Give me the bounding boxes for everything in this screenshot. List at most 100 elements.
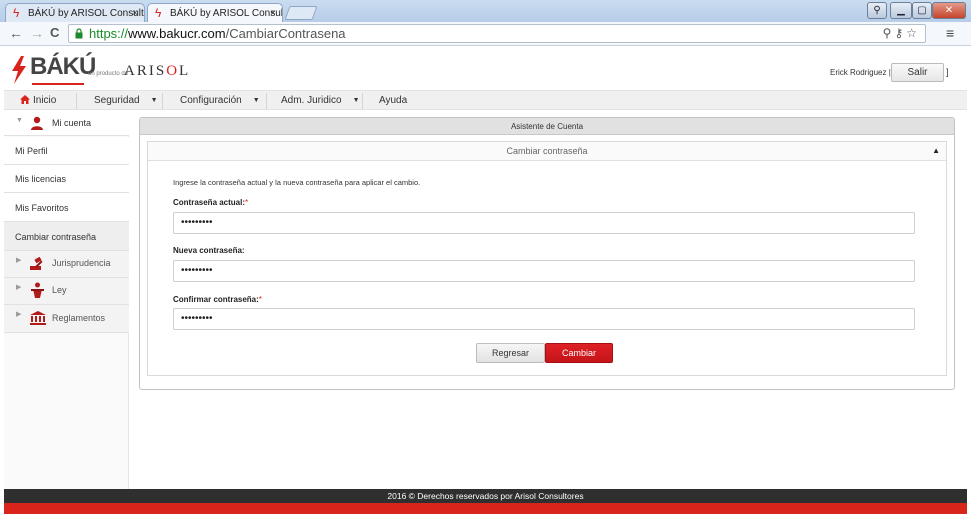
user-name: Erick Rodriguez | [ — [830, 68, 896, 77]
logout-bracket: ] — [946, 67, 949, 77]
logo-text: BÁKÚ — [30, 53, 96, 80]
nav-label: Inicio — [33, 95, 57, 106]
confirm-password-label: Confirmar contraseña:* — [173, 295, 262, 304]
logo-subtitle: un producto de — [88, 71, 129, 77]
nav-item-inicio[interactable]: Inicio — [20, 91, 56, 111]
nav-label: Seguridad — [94, 95, 140, 106]
collapse-icon[interactable]: ▲ — [932, 142, 940, 160]
nav-divider — [362, 93, 363, 109]
confirm-password-input[interactable]: ••••••••• — [173, 308, 915, 330]
current-password-label: Contraseña actual:* — [173, 198, 248, 207]
sidebar-section-jurisprudencia[interactable]: ▶ Jurisprudencia — [4, 251, 129, 278]
reload-icon[interactable]: C — [50, 25, 59, 40]
section-header[interactable]: Cambiar contraseña ▲ — [148, 142, 946, 161]
chevron-down-icon: ▼ — [352, 97, 360, 104]
sidebar-item-mis-favoritos[interactable]: Mis Favoritos — [4, 193, 129, 222]
url-host: www.bakucr.com — [128, 26, 226, 41]
instructions-text: Ingrese la contraseña actual y la nueva … — [173, 178, 421, 187]
sidebar-item-mis-licencias[interactable]: Mis licencias — [4, 165, 129, 193]
lock-icon — [75, 28, 83, 39]
user-icon — [31, 116, 43, 130]
sidebar-section-label: Reglamentos — [52, 313, 106, 323]
nav-item-configuracion[interactable]: Configuración ▼ — [180, 91, 260, 111]
back-arrow-icon[interactable]: ← — [9, 25, 23, 41]
sidebar-section-label: Ley — [52, 285, 67, 295]
brand-part: ARIS — [124, 63, 167, 79]
tab-close-icon[interactable]: × — [270, 4, 276, 22]
nav-divider — [76, 93, 77, 109]
sidebar-item-mi-perfil[interactable]: Mi Perfil — [4, 137, 129, 165]
current-password-input[interactable]: ••••••••• — [173, 212, 915, 234]
chevron-down-icon: ▼ — [252, 97, 260, 104]
browser-tab-active[interactable]: ϟ BÁKÚ by ARISOL Consulto × — [147, 3, 283, 22]
tab-close-icon[interactable]: × — [132, 4, 138, 22]
url-bar[interactable]: https://www.bakucr.com/CambiarContrasena… — [68, 24, 926, 43]
nav-item-adm-juridico[interactable]: Adm. Juridico ▼ — [281, 91, 360, 111]
brand-part: O — [166, 63, 180, 79]
browser-tab[interactable]: ϟ BÁKÚ by ARISOL Consulto × — [5, 3, 145, 22]
sidebar-item-label: Mi Perfil — [15, 146, 48, 156]
triangle-right-icon: ▶ — [16, 284, 22, 291]
panel-title: Asistente de Cuenta — [140, 118, 954, 135]
sidebar-item-label: Mis licencias — [15, 174, 67, 184]
account-wizard-panel: Asistente de Cuenta Cambiar contraseña ▲… — [139, 117, 955, 390]
back-button[interactable]: Regresar — [476, 343, 545, 363]
change-password-section: Cambiar contraseña ▲ Ingrese la contrase… — [147, 141, 947, 376]
browser-tab-bar: ϟ BÁKÚ by ARISOL Consulto × ϟ BÁKÚ by AR… — [0, 0, 971, 22]
footer-accent-bar — [4, 503, 967, 514]
section-title: Cambiar contraseña — [506, 146, 588, 156]
url-scheme: https:// — [89, 26, 129, 41]
nav-divider — [162, 93, 163, 109]
footer: 2016 © Derechos reservados por Arisol Co… — [4, 489, 967, 503]
podium-speaker-icon — [31, 282, 44, 298]
triangle-down-icon: ▼ — [16, 117, 23, 124]
home-icon — [20, 95, 30, 104]
url-path: /CambiarContrasena — [225, 26, 346, 41]
sidebar-section-ley[interactable]: ▶ Ley — [4, 278, 129, 305]
close-window-icon[interactable]: ✕ — [932, 2, 966, 19]
logo-underline — [32, 83, 84, 85]
nav-divider — [266, 93, 267, 109]
url-text: https://www.bakucr.com/CambiarContrasena — [89, 26, 346, 41]
sidebar-item-cambiar-contrasena[interactable]: Cambiar contraseña — [4, 222, 129, 251]
page-root: ϟ BÁKÚ by ARISOL Consulto × ϟ BÁKÚ by AR… — [0, 0, 971, 519]
sidebar-item-label: Mis Favoritos — [15, 203, 69, 213]
new-password-input[interactable]: ••••••••• — [173, 260, 915, 282]
lightning-bolt-icon — [12, 56, 26, 84]
field-label-text: Contraseña actual: — [173, 198, 246, 207]
field-label-text: Confirmar contraseña: — [173, 295, 259, 304]
profile-icon[interactable]: ⚲ — [867, 2, 887, 19]
logout-button[interactable]: Salir — [891, 63, 944, 82]
nav-label: Ayuda — [379, 95, 408, 106]
baku-favicon-icon: ϟ — [155, 6, 162, 20]
sidebar-item-label: Cambiar contraseña — [15, 232, 97, 242]
omnibox-icons[interactable]: ⚲⚷☆ — [883, 26, 920, 40]
nav-label: Adm. Juridico — [281, 95, 342, 106]
gavel-icon — [30, 257, 43, 270]
nav-item-seguridad[interactable]: Seguridad ▼ — [94, 91, 158, 111]
nav-label: Configuración — [180, 95, 242, 106]
sidebar-group-mi-cuenta[interactable]: ▼ Mi cuenta — [4, 111, 129, 136]
brand-part: L — [179, 63, 191, 79]
tab-title: BÁKÚ by ARISOL Consulto — [28, 8, 145, 19]
tab-title: BÁKÚ by ARISOL Consulto — [170, 8, 283, 19]
minimize-icon[interactable]: ▁ — [890, 2, 912, 19]
browser-toolbar: ← → C https://www.bakucr.com/CambiarCont… — [0, 22, 971, 46]
new-tab-button[interactable] — [284, 6, 318, 20]
sidebar: ▼ Mi cuenta Mi Perfil Mis licencias Mis … — [4, 111, 129, 489]
required-mark: * — [258, 295, 262, 304]
new-password-label: Nueva contraseña: — [173, 246, 245, 255]
nav-item-ayuda[interactable]: Ayuda — [379, 91, 407, 111]
forward-arrow-icon[interactable]: → — [30, 25, 44, 41]
main-nav: Inicio Seguridad ▼ Configuración ▼ Adm. Ju… — [4, 90, 967, 110]
arisol-brand: ARISOL — [124, 63, 190, 80]
sidebar-section-reglamentos[interactable]: ▶ Reglamentos — [4, 305, 129, 333]
baku-favicon-icon: ϟ — [13, 6, 20, 20]
triangle-right-icon: ▶ — [16, 311, 22, 318]
field-label-text: Nueva contraseña: — [173, 246, 245, 255]
maximize-icon[interactable]: ▢ — [912, 2, 932, 19]
courthouse-icon — [30, 311, 46, 325]
change-password-button[interactable]: Cambiar — [545, 343, 613, 363]
browser-menu-icon[interactable]: ≡ — [946, 25, 954, 41]
chevron-down-icon: ▼ — [150, 97, 158, 104]
